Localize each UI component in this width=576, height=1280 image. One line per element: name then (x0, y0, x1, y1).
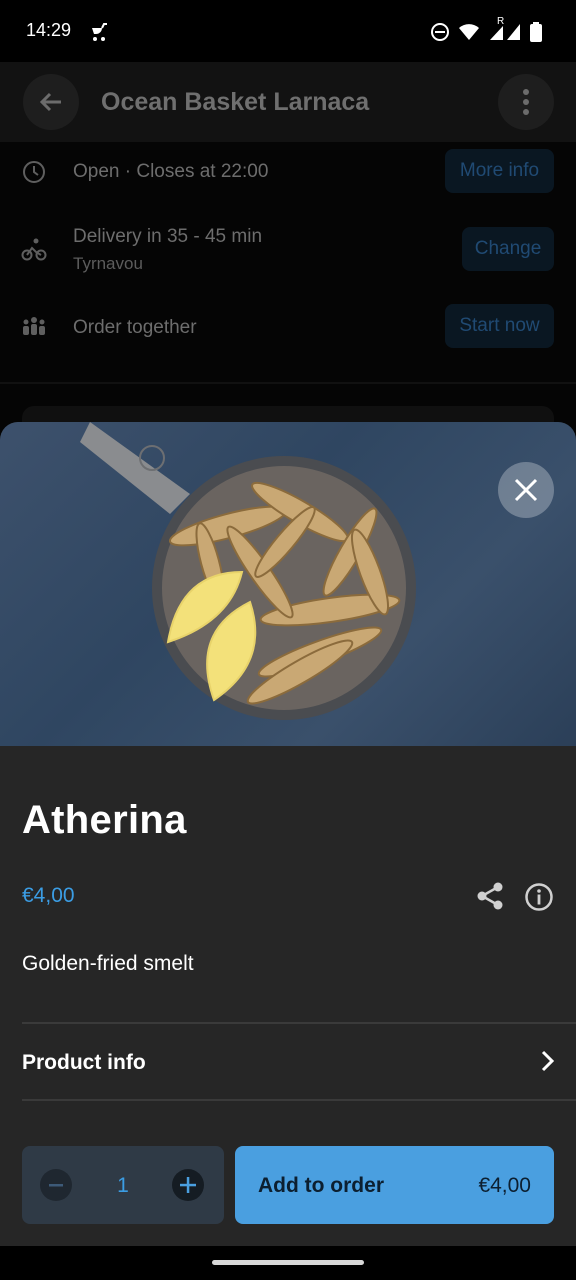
stroller-icon (88, 20, 112, 44)
chevron-right-icon (536, 1050, 558, 1072)
increase-quantity-button[interactable] (172, 1169, 204, 1201)
share-icon[interactable] (476, 882, 504, 910)
wifi-icon (459, 24, 479, 40)
more-vertical-icon (523, 89, 529, 115)
fried-smelt-pan-image (80, 422, 416, 720)
battery-icon (530, 22, 542, 42)
start-now-button[interactable]: Start now (445, 304, 554, 348)
info-icon[interactable] (524, 882, 554, 912)
bike-icon (21, 237, 47, 263)
system-icons: R (430, 16, 542, 44)
close-button[interactable] (498, 462, 554, 518)
product-sheet: Atherina €4,00 Golden-fried smelt Produc… (0, 422, 576, 1280)
add-to-order-label: Add to order (258, 1174, 384, 1197)
roaming-label: R (497, 16, 505, 27)
product-price: €4,00 (22, 884, 75, 907)
minus-icon (49, 1184, 63, 1187)
delivery-time-text: Delivery in 35 - 45 min (73, 226, 263, 247)
group-icon (21, 315, 47, 341)
close-icon (514, 478, 538, 502)
product-description: Golden-fried smelt (22, 952, 194, 975)
clock-icon (21, 159, 47, 185)
product-name: Atherina (22, 798, 187, 842)
back-button[interactable] (23, 74, 79, 130)
add-to-order-price: €4,00 (478, 1174, 531, 1197)
status-time: 14:29 (26, 20, 72, 40)
divider (22, 1099, 576, 1101)
more-info-button[interactable]: More info (445, 149, 554, 193)
do-not-disturb-icon (431, 23, 449, 41)
delivery-location-text: Tyrnavou (73, 254, 143, 273)
page-title: Ocean Basket Larnaca (101, 88, 370, 116)
quantity-stepper: 1 (22, 1146, 224, 1224)
quantity-value: 1 (117, 1174, 129, 1197)
product-image (0, 422, 576, 746)
signal-icon: R (488, 16, 522, 42)
background-divider (0, 382, 576, 384)
change-button[interactable]: Change (462, 227, 554, 271)
product-info-label: Product info (22, 1051, 146, 1074)
more-options-button[interactable] (498, 74, 554, 130)
order-together-text: Order together (73, 317, 197, 338)
add-to-order-button[interactable]: Add to order €4,00 (235, 1146, 554, 1224)
opening-hours-text: Open · Closes at 22:00 (73, 161, 269, 182)
arrow-left-icon (39, 92, 61, 112)
plus-icon (180, 1177, 196, 1193)
decrease-quantity-button[interactable] (40, 1169, 72, 1201)
home-gesture-handle[interactable] (212, 1260, 364, 1265)
